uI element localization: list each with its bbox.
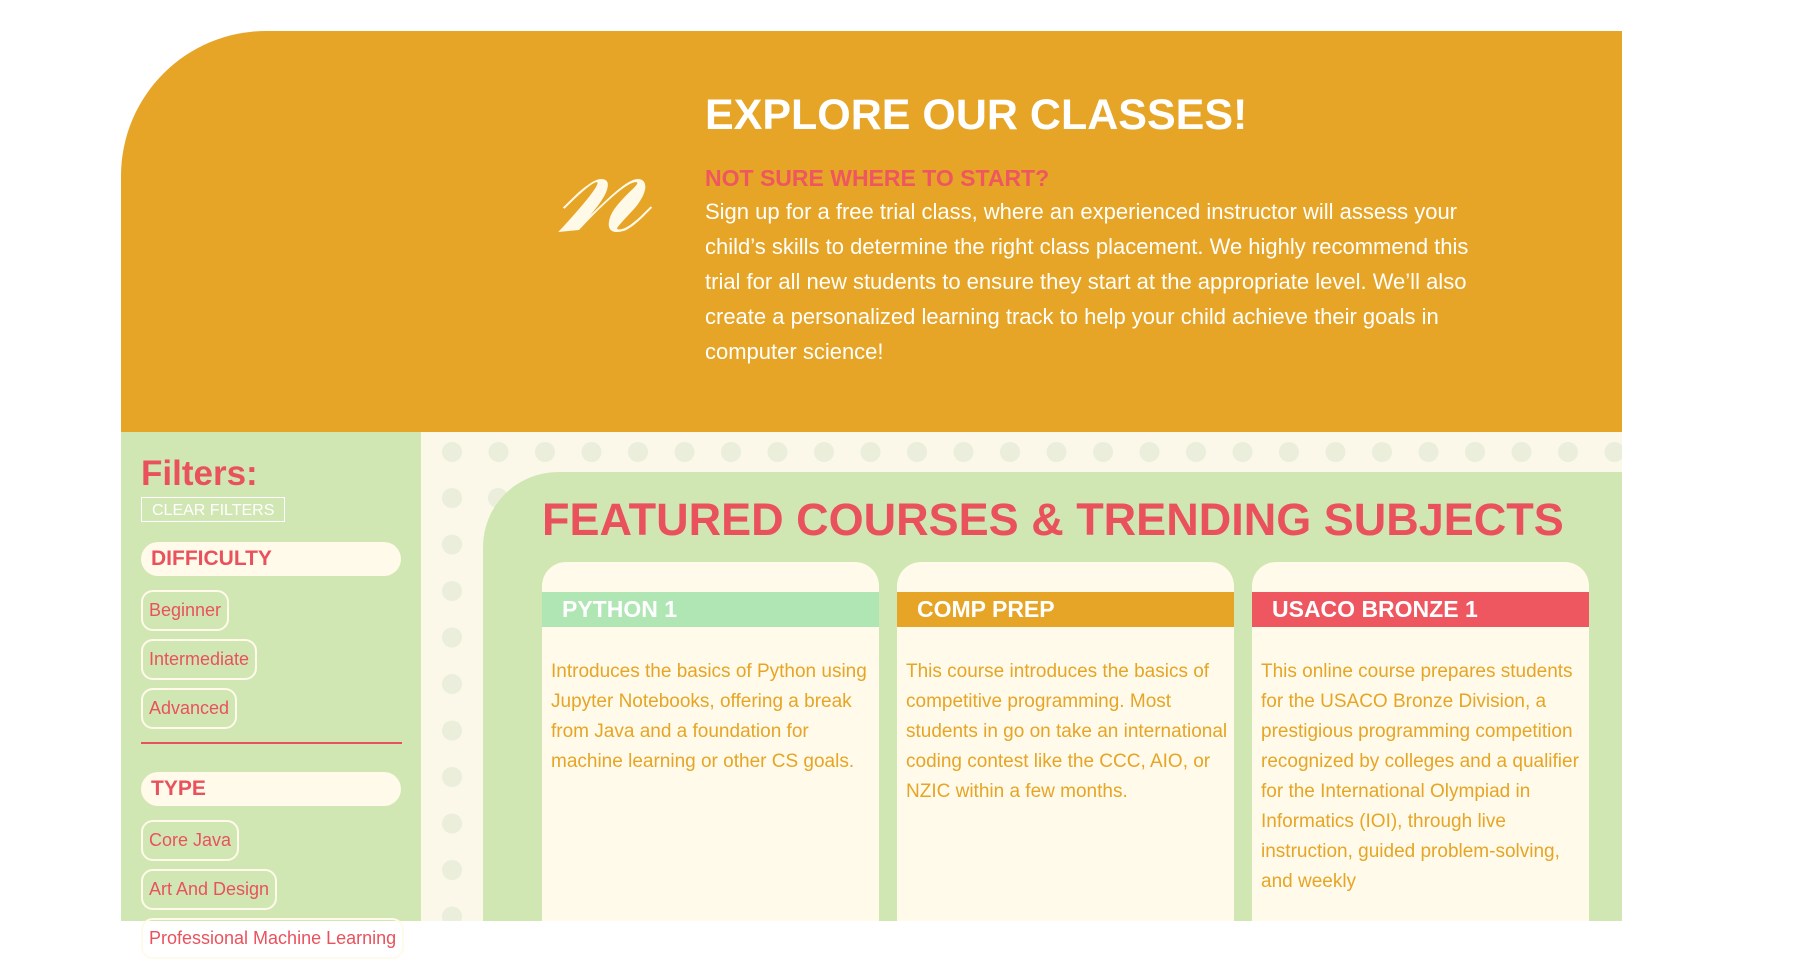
course-card-title: COMP PREP: [897, 592, 1234, 627]
decor-dot: [1418, 442, 1439, 462]
featured-panel: FEATURED COURSES & TRENDING SUBJECTS PYT…: [483, 472, 1622, 921]
hero-description: Sign up for a free trial class, where an…: [705, 199, 1469, 364]
hero-banner: 𝓃 EXPLORE OUR CLASSES! NOT SURE WHERE TO…: [121, 31, 1622, 432]
difficulty-section-header[interactable]: DIFFICULTY: [141, 542, 401, 576]
decor-dot: [1093, 442, 1113, 462]
decor-dot: [442, 534, 462, 555]
decor-dot: [581, 442, 602, 462]
decor-dot: [442, 581, 462, 601]
decor-dot: [442, 442, 462, 462]
decor-dot: [442, 906, 462, 921]
hero-subtitle: NOT SURE WHERE TO START?: [705, 165, 1050, 191]
decor-dot: [767, 442, 788, 462]
decor-dot: [1046, 442, 1067, 462]
course-card-title: PYTHON 1: [542, 592, 879, 627]
decor-dot: [1372, 442, 1392, 462]
course-card-title: USACO BRONZE 1: [1252, 592, 1589, 627]
course-card-usaco-bronze-1[interactable]: USACO BRONZE 1 This online course prepar…: [1252, 562, 1589, 921]
decor-dot: [1232, 442, 1253, 462]
decor-dot: [1139, 442, 1160, 462]
filter-chip-core-java[interactable]: Core Java: [141, 820, 240, 861]
page-title: EXPLORE OUR CLASSES!: [705, 91, 1248, 139]
decor-dot: [442, 720, 462, 741]
decor-dot: [814, 442, 834, 462]
decor-dot: [442, 627, 462, 648]
decor-dot: [1604, 442, 1622, 462]
decor-dot: [1000, 442, 1020, 462]
decor-dot: [442, 488, 462, 508]
decor-dot: [442, 767, 462, 787]
filter-chip-professional-ml[interactable]: Professional Machine Learning: [141, 918, 405, 959]
decor-dot: [488, 442, 509, 462]
filter-chip-art-and-design[interactable]: Art And Design: [141, 869, 278, 910]
clear-filters-button[interactable]: CLEAR FILTERS: [141, 497, 286, 522]
decor-dot: [628, 442, 648, 462]
decor-dot: [1558, 442, 1578, 462]
decor-dot: [907, 442, 927, 462]
featured-title: FEATURED COURSES & TRENDING SUBJECTS: [542, 494, 1564, 545]
section-divider: [141, 742, 402, 744]
decor-dot: [442, 813, 462, 834]
filters-sidebar: Filters: CLEAR FILTERS DIFFICULTY Beginn…: [121, 432, 421, 959]
decor-dot: [860, 442, 881, 462]
course-card-description: Introduces the basics of Python using Ju…: [551, 661, 867, 772]
decor-dot: [721, 442, 741, 462]
filter-chip-advanced[interactable]: Advanced: [141, 688, 238, 729]
course-card-python-1[interactable]: PYTHON 1 Introduces the basics of Python…: [542, 562, 879, 921]
decor-dot: [1465, 442, 1485, 462]
decor-dot: [1511, 442, 1532, 462]
course-card-description: This online course prepares students for…: [1261, 661, 1579, 892]
decor-dot: [442, 860, 462, 880]
brand-logo-icon: 𝓃: [557, 93, 650, 267]
decor-dot: [535, 442, 555, 462]
decor-dot: [953, 442, 974, 462]
decor-dot: [674, 442, 695, 462]
filter-chip-beginner[interactable]: Beginner: [141, 590, 230, 631]
course-card-description: This course introduces the basics of com…: [906, 661, 1228, 802]
course-card-comp-prep[interactable]: COMP PREP This course introduces the bas…: [897, 562, 1234, 921]
type-section-header[interactable]: TYPE: [141, 772, 401, 806]
courses-area: FEATURED COURSES & TRENDING SUBJECTS PYT…: [421, 432, 1622, 921]
decor-dot: [442, 674, 462, 694]
decor-dot: [1279, 442, 1299, 462]
filter-chip-intermediate[interactable]: Intermediate: [141, 639, 258, 680]
decor-dot: [1186, 442, 1206, 462]
filters-title: Filters:: [141, 454, 258, 493]
decor-dot: [1325, 442, 1346, 462]
